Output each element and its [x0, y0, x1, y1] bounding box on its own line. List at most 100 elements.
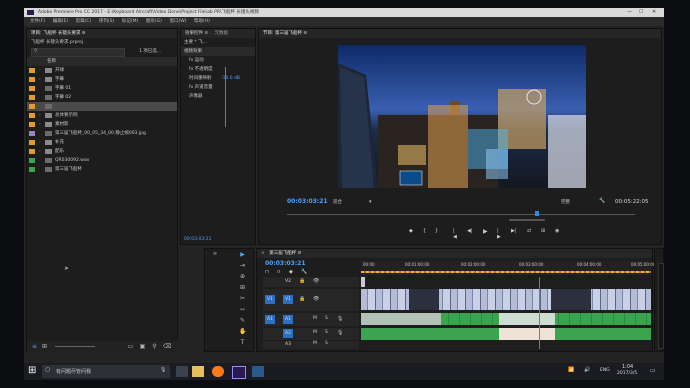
input-language[interactable]: ENG [600, 368, 610, 373]
menu-sequence[interactable]: 序列(S) [99, 19, 114, 24]
list-view-icon[interactable]: ≡ [31, 343, 38, 350]
slip-tool-icon[interactable]: ⇿ [239, 306, 246, 313]
volume-icon[interactable]: 🔊 [584, 367, 590, 373]
lock-icon[interactable]: 🔒 [299, 278, 305, 284]
search-bin-icon[interactable]: ⚲ [151, 343, 158, 350]
windows-start-icon[interactable]: ⊞ [28, 365, 36, 376]
source-patch-a1[interactable]: A1 [265, 315, 275, 324]
zoom-slider[interactable] [55, 346, 95, 347]
firefox-icon[interactable] [212, 366, 224, 377]
icon-view-icon[interactable]: ⊞ [41, 343, 48, 350]
v1-clip-dark[interactable] [551, 289, 591, 310]
effect-row[interactable]: 声像器 [181, 92, 255, 101]
pen-tool-icon[interactable]: ✎ [239, 317, 246, 324]
rolling-edit-tool-icon[interactable]: ⊞ [239, 284, 246, 291]
premiere-taskbar-icon[interactable] [232, 366, 246, 379]
timeline-title[interactable]: × 第三届飞船杯 ≡ [257, 249, 652, 258]
taskbar-time[interactable]: 1:04 [622, 364, 633, 370]
timeline-timecode[interactable]: 00:03:03:21 [265, 260, 306, 267]
taskbar-date[interactable]: 2017/3/5 [617, 371, 637, 376]
fit-dropdown[interactable]: 适合 [333, 199, 342, 205]
export-frame-icon[interactable]: ◉ [555, 228, 559, 234]
source-patch-v1[interactable]: V1 [265, 295, 275, 304]
track-label[interactable]: V1 [283, 295, 293, 304]
effect-row[interactable]: fx 不透明度 [181, 65, 255, 74]
file-explorer-icon[interactable] [192, 366, 204, 377]
lock-icon[interactable]: 🔒 [299, 296, 305, 302]
timeline-ruler[interactable]: 00:00 00:01:00:00 00:02:00:00 00:03:00:0… [361, 261, 655, 275]
quality-dropdown[interactable]: 完整 [561, 199, 570, 205]
program-zoom-bar[interactable] [509, 219, 545, 221]
effect-timecode[interactable]: 00:03:03:21 [184, 235, 211, 244]
timeline-settings-icon[interactable]: 🔧 [301, 269, 307, 275]
menu-file[interactable]: 文件(F) [30, 19, 45, 24]
project-item[interactable]: QR030092.wav [27, 156, 177, 165]
play-button-icon[interactable]: ▶ [483, 228, 488, 235]
microphone-icon[interactable]: 🎙 [337, 316, 343, 322]
timeline-close-icon[interactable]: × [261, 251, 265, 256]
project-item[interactable]: › 素材影 [27, 120, 177, 129]
program-timecode[interactable]: 00:03:03:21 [287, 198, 328, 205]
minimize-button[interactable]: — [627, 8, 632, 17]
project-item[interactable]: › 总体要示例 [27, 111, 177, 120]
network-icon[interactable]: 📶 [568, 367, 574, 373]
toggle-output-eye-icon[interactable]: 👁 [313, 296, 319, 302]
solo-button[interactable]: S [325, 341, 328, 346]
tab-metadata[interactable]: 元数据 [215, 31, 229, 36]
extract-icon[interactable]: ⊞ [541, 228, 545, 234]
effect-source-select[interactable]: 主要 * 飞... [181, 38, 255, 47]
project-item[interactable]: 字幕 01 [27, 84, 177, 93]
menu-help[interactable]: 帮助(H) [194, 19, 210, 24]
a1-audio-clip-white[interactable] [361, 313, 441, 325]
razor-tool-icon[interactable]: ✂ [239, 295, 246, 302]
snap-icon[interactable]: ⊓ [265, 269, 269, 275]
effect-row[interactable]: fx 运动 [181, 56, 255, 65]
column-name-label[interactable]: 名称 [47, 57, 56, 66]
v1-clip-dark[interactable] [409, 289, 439, 310]
mute-button[interactable]: M [313, 330, 317, 335]
a1-audio-clip-white[interactable] [499, 313, 555, 325]
track-label[interactable]: V2 [283, 277, 293, 286]
project-panel-header[interactable]: 项目: 飞船杯 长镜头要求 ≡ [27, 29, 177, 38]
mark-in-icon[interactable]: { [423, 228, 426, 234]
project-item[interactable]: › 补充 [27, 138, 177, 147]
type-tool-icon[interactable]: T [239, 339, 246, 346]
task-view-icon[interactable] [176, 366, 188, 377]
selection-tool-icon[interactable]: ▶ [239, 251, 246, 258]
track-label[interactable]: A1 [283, 315, 293, 324]
project-item[interactable]: › 配乐 [27, 147, 177, 156]
program-monitor-title[interactable]: 节目: 第三届飞船杯 ≡ [259, 29, 661, 38]
toggle-output-eye-icon[interactable]: 👁 [313, 278, 319, 284]
timeline-track-area[interactable] [361, 277, 651, 349]
settings-wrench-icon[interactable]: 🔧 [599, 198, 605, 204]
project-item[interactable]: 第三届飞船杯_00_05_34_00.静止帧003.jpg [27, 129, 177, 138]
menu-marker[interactable]: 标记(M) [122, 19, 138, 24]
solo-button[interactable]: S [325, 330, 328, 335]
hand-tool-icon[interactable]: ✋ [239, 328, 246, 335]
maximize-button[interactable]: ☐ [639, 8, 643, 17]
new-bin-icon[interactable]: ▭ [127, 343, 134, 350]
project-item[interactable]: › 开球 [27, 66, 177, 75]
solo-button[interactable]: S [325, 316, 328, 321]
trash-icon[interactable]: ⌫ [163, 343, 171, 350]
project-item[interactable]: › 字幕 [27, 75, 177, 84]
close-button[interactable]: ✕ [652, 8, 656, 17]
go-to-out-icon[interactable]: ▶| [511, 228, 517, 234]
add-marker-timeline-icon[interactable]: ◆ [289, 269, 293, 275]
mute-button[interactable]: M [313, 316, 317, 321]
program-playhead[interactable] [535, 211, 539, 216]
step-forward-icon[interactable]: |▶ [497, 228, 501, 240]
microphone-icon[interactable]: 🎙 [160, 367, 166, 373]
work-area-bar[interactable] [361, 271, 651, 273]
project-item[interactable]: 第三届飞船杯 [27, 165, 177, 174]
menu-graphics[interactable]: 图形(G) [146, 19, 162, 24]
lift-icon[interactable]: ⇄ [527, 228, 531, 234]
v2-clip[interactable] [361, 277, 365, 287]
a2-audio-clip-light[interactable] [499, 328, 555, 340]
v1-clip-strip[interactable] [361, 289, 651, 310]
track-label[interactable]: A2 [283, 329, 293, 338]
menu-edit[interactable]: 编辑(E) [53, 19, 68, 24]
photos-icon[interactable] [252, 366, 264, 377]
tools-menu-icon[interactable]: ≡ [213, 251, 217, 257]
effect-row[interactable]: 时间重映射 -10.0 dB [181, 74, 255, 83]
